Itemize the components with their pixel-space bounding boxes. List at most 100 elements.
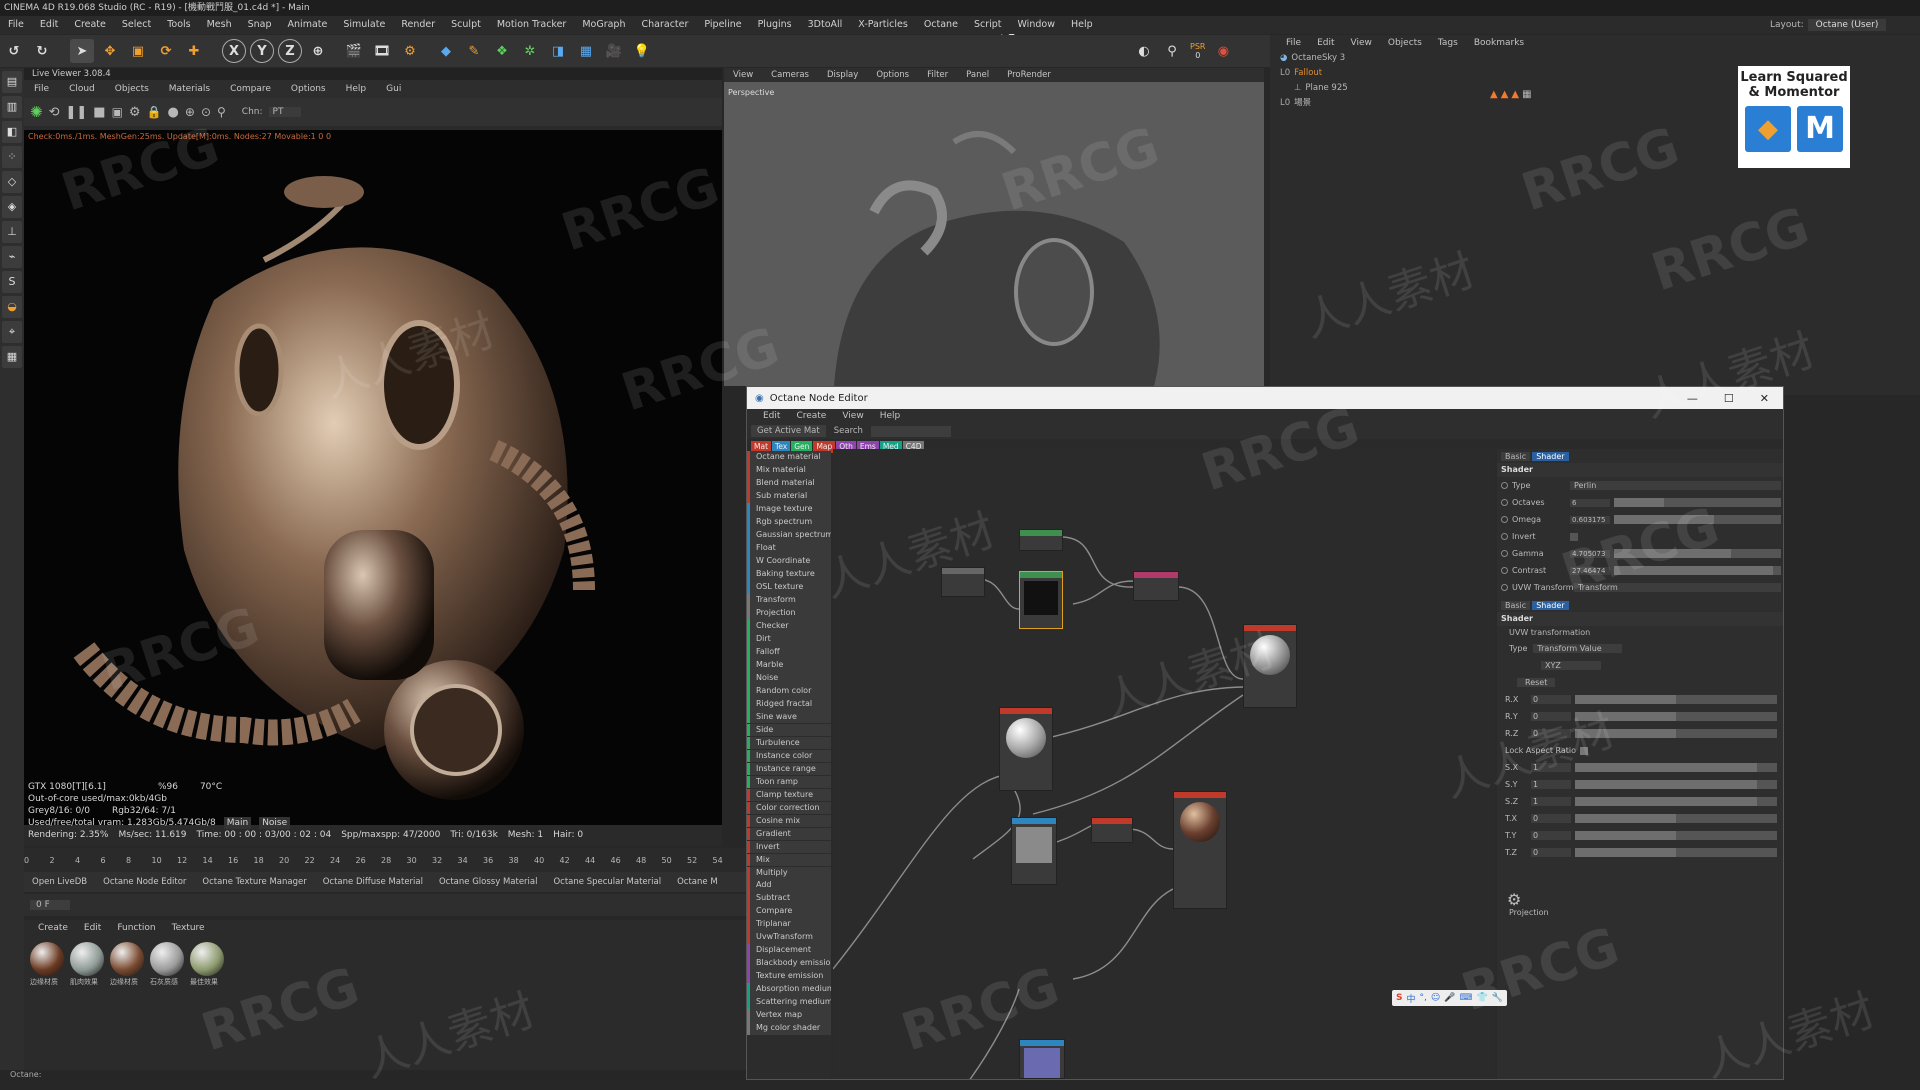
node-list-item[interactable]: Color correction: [747, 801, 831, 815]
uvw-transform-link[interactable]: Transform: [1574, 583, 1781, 592]
menu-item[interactable]: Motion Tracker: [489, 16, 575, 34]
node-list-item[interactable]: Absorption medium: [747, 983, 831, 997]
param-slider[interactable]: [1575, 831, 1777, 840]
param-value[interactable]: 0: [1531, 848, 1571, 857]
ime-tools-icon[interactable]: 🔧: [1492, 993, 1503, 1003]
render-view-icon[interactable]: 🎬: [342, 39, 366, 63]
live-viewer-menu-item[interactable]: File: [24, 80, 59, 98]
node-list-item[interactable]: Triplanar: [747, 918, 831, 932]
param-slider[interactable]: [1575, 729, 1777, 738]
psr-indicator[interactable]: PSR 0: [1190, 42, 1205, 60]
node-octane-material-3[interactable]: [1173, 791, 1227, 909]
node-list-item[interactable]: W Coordinate: [747, 554, 831, 568]
minimize-icon[interactable]: —: [1687, 392, 1698, 405]
param-value[interactable]: 1: [1531, 780, 1571, 789]
light-icon[interactable]: 💡: [630, 39, 654, 63]
axis-y-button[interactable]: Y: [250, 39, 274, 63]
node-list-item[interactable]: Toon ramp: [747, 775, 831, 789]
node-list-item[interactable]: Cosine mix: [747, 814, 831, 828]
ime-toolbar[interactable]: S 中 °, ☺ 🎤 ⌨ 👕 🔧: [1392, 990, 1507, 1006]
node-list-item[interactable]: Blend material: [747, 476, 831, 490]
viewport-menu-item[interactable]: View: [724, 68, 762, 82]
ime-emoji-icon[interactable]: ☺: [1431, 993, 1440, 1003]
node-list-item[interactable]: OSL texture: [747, 580, 831, 594]
node-list-item[interactable]: Compare: [747, 905, 831, 919]
node-mix-texture[interactable]: [1133, 571, 1179, 601]
menu-item[interactable]: Mesh: [199, 16, 240, 34]
menu-item[interactable]: Tools: [159, 16, 198, 34]
object-manager-menu-item[interactable]: Bookmarks: [1466, 35, 1532, 51]
material-swatch[interactable]: 边缘材质: [104, 936, 144, 987]
node-list-item[interactable]: Marble: [747, 658, 831, 672]
select-icon[interactable]: ➤: [70, 39, 94, 63]
projection-link[interactable]: Projection: [1497, 908, 1783, 917]
tag-icon[interactable]: ▲: [1490, 89, 1498, 100]
uvw-type-select[interactable]: Transform Value: [1533, 644, 1622, 653]
region-icon[interactable]: ▣: [112, 105, 123, 119]
redo-icon[interactable]: ↻: [30, 39, 54, 63]
deformer-icon[interactable]: ◨: [546, 39, 570, 63]
node-list-item[interactable]: Scattering medium: [747, 996, 831, 1010]
node-editor-menu-item[interactable]: Edit: [755, 409, 788, 423]
param-value[interactable]: 0: [1531, 729, 1571, 738]
param-value[interactable]: 0: [1531, 831, 1571, 840]
object-row-sky[interactable]: ◕ OctaneSky 3: [1280, 51, 1920, 66]
model-mode-icon[interactable]: ◧: [2, 121, 22, 143]
uvw-group-header[interactable]: UVW transformation: [1497, 626, 1783, 640]
param-value[interactable]: 0: [1531, 814, 1571, 823]
camera-icon[interactable]: 🎥: [602, 39, 626, 63]
node-list-item[interactable]: Side: [747, 723, 831, 737]
material-swatch[interactable]: 肌肉效果: [64, 936, 104, 987]
search-input[interactable]: [870, 425, 951, 437]
material-manager-menu-item[interactable]: Function: [109, 920, 163, 936]
bottom-tab[interactable]: Octane M: [669, 872, 726, 892]
sphere-icon[interactable]: ●: [168, 105, 179, 120]
noise-mode-button[interactable]: Noise: [259, 817, 291, 829]
lock-aspect-checkbox[interactable]: [1580, 746, 1589, 755]
material-manager-menu-item[interactable]: Texture: [164, 920, 213, 936]
param-slider[interactable]: [1575, 695, 1777, 704]
material-swatch[interactable]: 边缘材质: [24, 936, 64, 987]
node-list-item[interactable]: Random color: [747, 684, 831, 698]
bottom-tab[interactable]: Octane Texture Manager: [194, 872, 314, 892]
param-radio-icon[interactable]: [1501, 584, 1508, 591]
menu-item[interactable]: Plugins: [750, 16, 800, 34]
tab-basic[interactable]: Basic: [1501, 451, 1531, 461]
menu-item[interactable]: Render: [393, 16, 443, 34]
node-list-item[interactable]: Invert: [747, 840, 831, 854]
bottom-tab[interactable]: Octane Diffuse Material: [315, 872, 431, 892]
menu-item[interactable]: MoGraph: [574, 16, 633, 34]
workplane-lock-icon[interactable]: ⌖: [2, 321, 22, 343]
tab-shader[interactable]: Shader: [1532, 451, 1569, 461]
viewport-menu-item[interactable]: Options: [867, 68, 918, 82]
param-radio-icon[interactable]: [1501, 499, 1508, 506]
bottom-tab[interactable]: Octane Specular Material: [545, 872, 669, 892]
menu-item[interactable]: Octane: [916, 16, 966, 34]
ime-keyboard-icon[interactable]: ⌨: [1459, 993, 1472, 1003]
viewport-menu-item[interactable]: ProRender: [998, 68, 1060, 82]
object-manager-menu-item[interactable]: Tags: [1430, 35, 1466, 51]
sub-tab-basic[interactable]: Basic: [1501, 600, 1531, 610]
live-viewer-menu-item[interactable]: Compare: [220, 80, 281, 98]
node-list-item[interactable]: Add: [747, 879, 831, 893]
viewport-menu-item[interactable]: Filter: [918, 68, 957, 82]
menu-item[interactable]: Animate: [280, 16, 336, 34]
node-graph-canvas[interactable]: [833, 449, 1495, 1079]
material-swatch[interactable]: 最佳效果: [184, 936, 224, 987]
node-list-item[interactable]: Dirt: [747, 632, 831, 646]
node-float[interactable]: [1019, 529, 1063, 551]
axis-z-button[interactable]: Z: [278, 39, 302, 63]
object-manager-menu-item[interactable]: View: [1343, 35, 1380, 51]
param-slider[interactable]: [1614, 498, 1781, 507]
node-list-item[interactable]: Subtract: [747, 892, 831, 906]
material-manager-menu-item[interactable]: Create: [30, 920, 76, 936]
viewport-menu-item[interactable]: Panel: [957, 68, 998, 82]
cube-icon[interactable]: ◆: [434, 39, 458, 63]
node-editor-menu-item[interactable]: View: [834, 409, 871, 423]
node-list-item[interactable]: Blackbody emission: [747, 957, 831, 971]
pin-icon[interactable]: ⚲: [217, 105, 226, 119]
param-slider[interactable]: [1614, 549, 1781, 558]
node-list-item[interactable]: Transform: [747, 593, 831, 607]
node-list-item[interactable]: Ridged fractal: [747, 697, 831, 711]
node-list-item[interactable]: Baking texture: [747, 567, 831, 581]
